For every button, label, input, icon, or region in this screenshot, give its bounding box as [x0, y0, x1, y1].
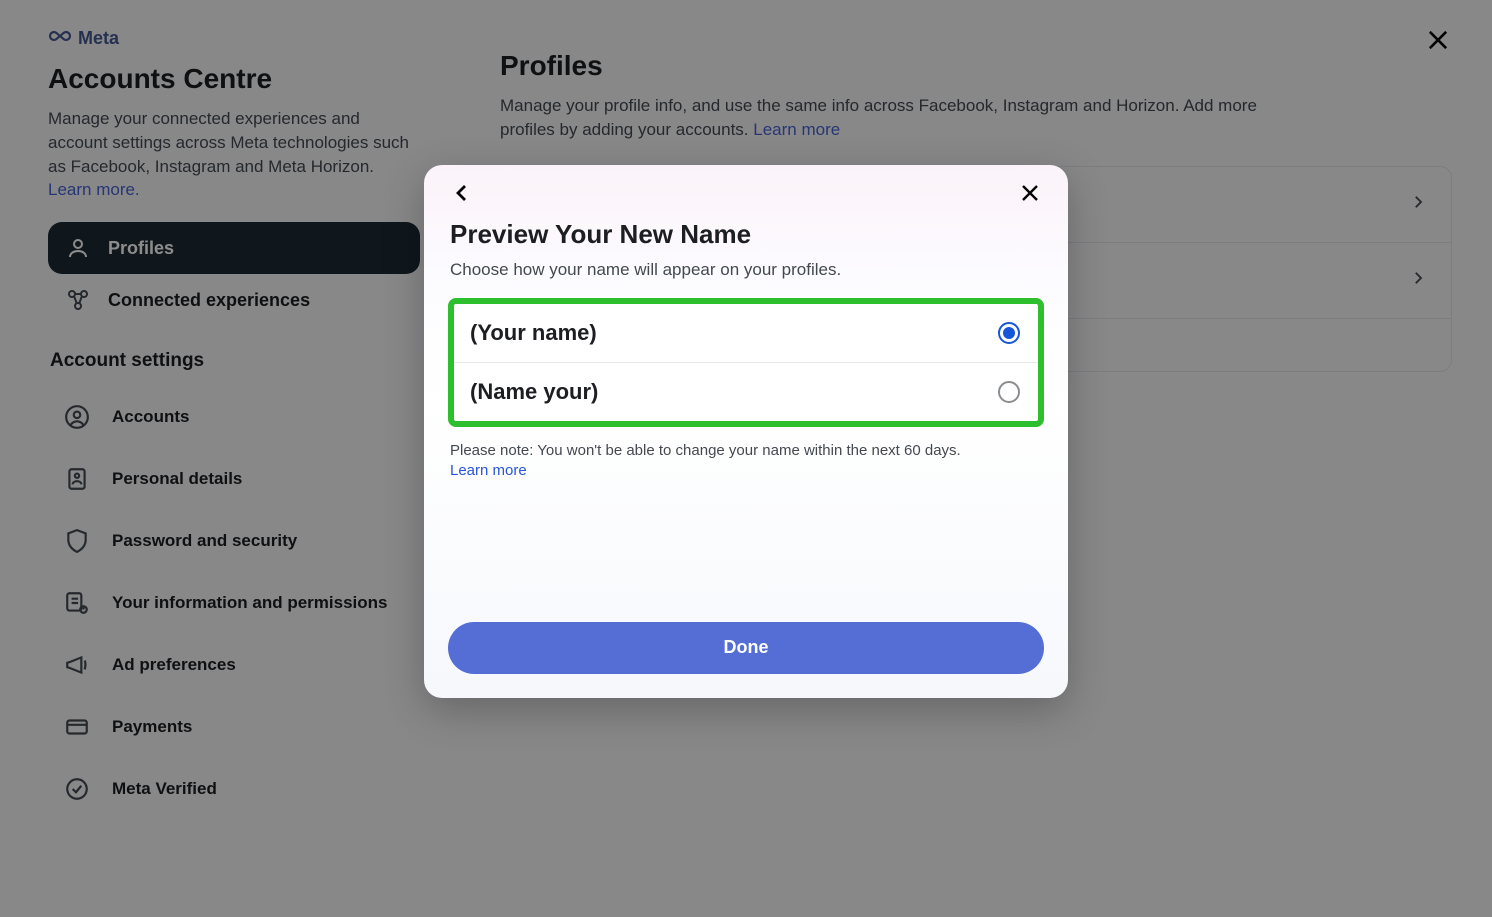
dialog-header — [448, 165, 1044, 219]
name-option[interactable]: (Your name) — [454, 304, 1038, 362]
dialog-note: Please note: You won't be able to change… — [448, 441, 1044, 482]
done-button[interactable]: Done — [448, 622, 1044, 674]
name-option-label: (Your name) — [470, 320, 597, 346]
dialog-subtitle: Choose how your name will appear on your… — [448, 260, 1044, 280]
radio-unselected-icon — [998, 381, 1020, 403]
name-option-label: (Name your) — [470, 379, 598, 405]
dialog-learn-more-link[interactable]: Learn more — [450, 462, 527, 479]
close-icon — [1018, 181, 1042, 210]
close-dialog-button[interactable] — [1016, 181, 1044, 209]
radio-selected-icon — [998, 322, 1020, 344]
back-button[interactable] — [448, 181, 476, 209]
preview-name-dialog: Preview Your New Name Choose how your na… — [424, 165, 1068, 698]
modal-overlay: Preview Your New Name Choose how your na… — [0, 0, 1492, 917]
dialog-title: Preview Your New Name — [448, 219, 1044, 250]
chevron-left-icon — [450, 181, 474, 210]
name-options-group: (Your name) (Name your) — [448, 298, 1044, 427]
name-option[interactable]: (Name your) — [454, 362, 1038, 421]
